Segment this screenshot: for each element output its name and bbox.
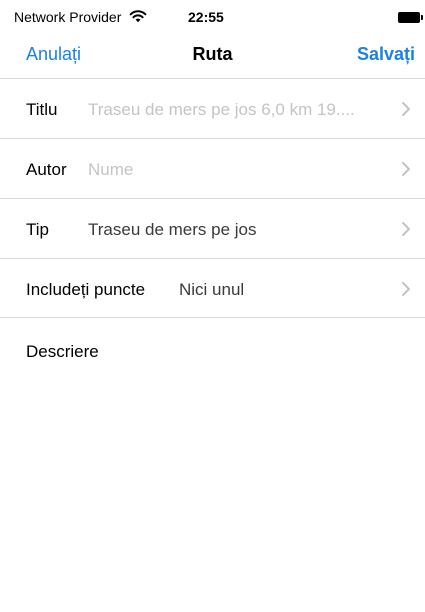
chevron-right-icon [402, 282, 410, 296]
type-label: Tip [26, 220, 49, 239]
chevron-right-icon [402, 222, 410, 236]
battery-icon [398, 12, 423, 23]
include-points-value[interactable]: Nici unul [179, 280, 244, 300]
type-value[interactable]: Traseu de mers pe jos [88, 220, 257, 240]
description-label: Descriere [26, 342, 99, 361]
author-label: Autor [26, 160, 67, 179]
title-row[interactable]: Titlu Traseu de mers pe jos 6,0 km 19...… [0, 78, 425, 138]
carrier-name: Network Provider [14, 9, 122, 25]
chevron-right-icon [402, 102, 410, 116]
include-points-label: Includeți puncte [26, 280, 146, 299]
author-field[interactable]: Nume [88, 160, 133, 180]
status-bar: Network Provider 22:55 [0, 0, 425, 34]
navigation-bar: Ruta Anulați Salvați [0, 34, 425, 78]
title-field[interactable]: Traseu de mers pe jos 6,0 km 19.... [88, 100, 355, 120]
title-label: Titlu [26, 100, 58, 119]
route-form: Titlu Traseu de mers pe jos 6,0 km 19...… [0, 78, 425, 318]
include-points-row[interactable]: Includeți puncte Nici unul [0, 258, 425, 318]
save-button[interactable]: Salvați [357, 44, 415, 65]
wifi-icon [129, 10, 147, 23]
chevron-right-icon [402, 162, 410, 176]
author-row[interactable]: Autor Nume [0, 138, 425, 198]
cancel-button[interactable]: Anulați [26, 44, 81, 65]
type-row[interactable]: Tip Traseu de mers pe jos [0, 198, 425, 258]
status-time: 22:55 [188, 9, 224, 25]
